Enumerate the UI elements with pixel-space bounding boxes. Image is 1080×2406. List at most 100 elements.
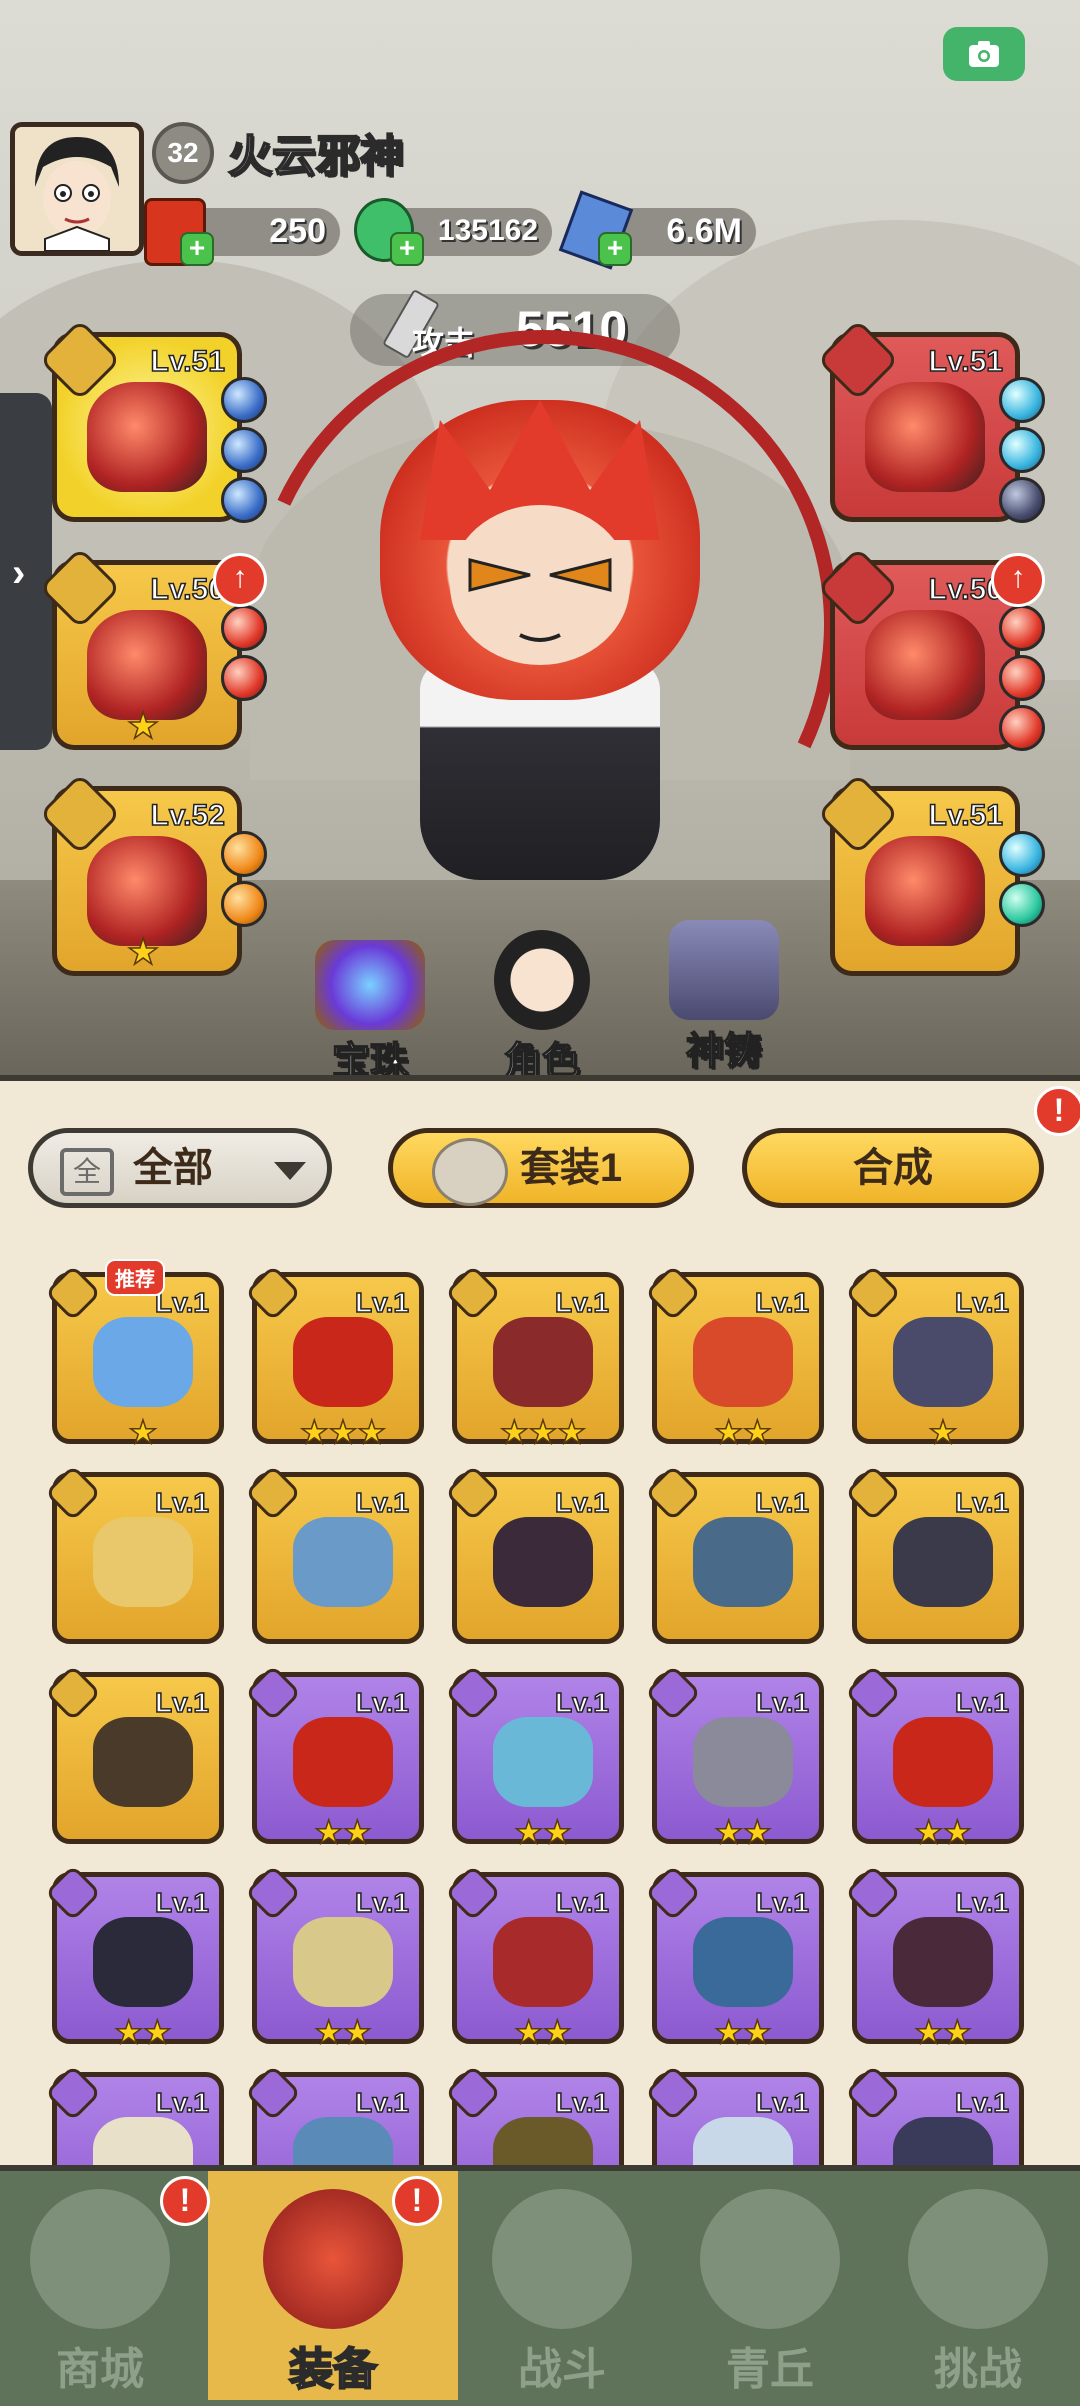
equipment-item-icon	[693, 1717, 793, 1807]
item-stars: ★★★	[457, 1413, 629, 1451]
star-icon: ★	[342, 1813, 372, 1851]
chevron-down-icon	[274, 1162, 306, 1180]
star-icon: ★	[714, 2013, 744, 2051]
helmet-icon	[263, 2189, 403, 2329]
add-red-envelope-button[interactable]: +	[180, 232, 214, 266]
item-stars: ★★	[457, 2013, 629, 2051]
item-level: Lv.1	[154, 1686, 209, 1719]
inventory-item[interactable]: Lv.1 ★★	[644, 1864, 824, 2051]
side-drawer-toggle[interactable]: ›	[0, 393, 52, 750]
divine-forge-icon	[669, 920, 779, 1020]
inventory-item[interactable]: Lv.1 ★★	[444, 1664, 624, 1851]
inventory-item[interactable]: Lv.1 ★ 推荐	[44, 1259, 224, 1451]
filter-all-icon: 全	[60, 1148, 114, 1196]
inventory-item[interactable]: Lv.1 ★★	[244, 1664, 424, 1851]
item-level: Lv.1	[354, 1686, 409, 1719]
equipment-item-icon	[493, 1317, 593, 1407]
inventory-item[interactable]: Lv.1 ★★	[244, 1864, 424, 2051]
equipment-item-icon	[493, 1717, 593, 1807]
character-button[interactable]: 角色	[472, 930, 612, 1085]
screenshot-button[interactable]	[943, 27, 1025, 81]
avatar-portrait-icon	[15, 127, 139, 251]
forge-button[interactable]: 神铸	[654, 920, 794, 1075]
inventory-item[interactable]: Lv.1 ★★	[644, 1264, 824, 1451]
inventory-item[interactable]: Lv.1 ★★	[844, 1664, 1024, 1851]
equipment-item-icon	[293, 1317, 393, 1407]
item-level: Lv.1	[754, 2086, 809, 2119]
star-icon: ★	[299, 1413, 329, 1451]
equipment-item-icon	[293, 1517, 393, 1607]
craft-button[interactable]: 合成	[742, 1128, 1044, 1208]
equip-slot-ring[interactable]: Lv.51	[816, 772, 1045, 976]
socketed-gem-icon	[221, 655, 267, 701]
item-stars: ★★	[857, 2013, 1029, 2051]
equip-slot-necklace[interactable]: Lv.52 ★	[38, 772, 267, 976]
inventory-item[interactable]: Lv.1	[644, 1464, 824, 1644]
inventory-item[interactable]: Lv.1 ★★	[644, 1664, 824, 1851]
player-level-badge: 32	[152, 122, 214, 184]
item-level: Lv.1	[754, 1286, 809, 1319]
camera-icon	[969, 41, 999, 67]
star-icon: ★	[314, 1813, 344, 1851]
socketed-gem-icon	[221, 377, 267, 423]
socketed-gem-icon	[221, 831, 267, 877]
socketed-gem-icon	[221, 427, 267, 473]
socketed-gem-icon	[999, 605, 1045, 651]
equipment-item-icon	[93, 1717, 193, 1807]
socketed-gem-icon	[999, 705, 1045, 751]
nav-battle[interactable]: 战斗	[462, 2171, 662, 2400]
item-level: Lv.1	[754, 1486, 809, 1519]
socketed-gem-icon	[999, 377, 1045, 423]
inventory-item[interactable]: Lv.1 ★★	[844, 1864, 1024, 2051]
star-icon: ★	[328, 1413, 358, 1451]
equipment-item-icon	[693, 1317, 793, 1407]
inventory-item[interactable]: Lv.1	[444, 1464, 624, 1644]
upgrade-arrow-icon: ↑	[991, 553, 1045, 607]
star-icon: ★	[514, 1813, 544, 1851]
craft-alert-icon: !	[1034, 1086, 1080, 1136]
inventory-item[interactable]: Lv.1 ★★★	[244, 1264, 424, 1451]
equipment-item-icon	[93, 1517, 193, 1607]
equipment-item-icon	[93, 1317, 193, 1407]
craft-button-label: 合成	[853, 1146, 933, 1190]
add-crystal-button[interactable]: +	[598, 232, 632, 266]
nav-qingqiu[interactable]: 青丘	[670, 2171, 870, 2400]
player-avatar[interactable]	[10, 122, 144, 256]
inventory-item[interactable]: Lv.1	[844, 1464, 1024, 1644]
star-icon: ★	[514, 2013, 544, 2051]
socketed-gem-icon	[221, 477, 267, 523]
inventory-item[interactable]: Lv.1 ★	[844, 1264, 1024, 1451]
socketed-gem-icon	[999, 881, 1045, 927]
equipment-item-icon	[87, 836, 207, 946]
star-icon: ★	[342, 2013, 372, 2051]
inventory-item[interactable]: Lv.1 ★★	[44, 1864, 224, 2051]
equipment-item-icon	[87, 610, 207, 720]
item-stars: ★★★	[257, 1413, 429, 1451]
gems-button[interactable]: 宝珠	[300, 940, 440, 1085]
nav-challenge[interactable]: 挑战	[878, 2171, 1078, 2400]
equip-slot-weapon[interactable]: Lv.51	[38, 318, 267, 523]
inventory-item[interactable]: Lv.1	[244, 1464, 424, 1644]
star-icon: ★	[542, 1813, 572, 1851]
inventory-item[interactable]: Lv.1	[44, 1664, 224, 1844]
spiral-shell-icon	[908, 2189, 1048, 2329]
socketed-gem-icon	[999, 831, 1045, 877]
inventory-item[interactable]: Lv.1	[44, 1464, 224, 1644]
equip-slot-helmet[interactable]: Lv.50 ★ ↑	[38, 546, 267, 750]
star-icon: ★	[914, 2013, 944, 2051]
inventory-item[interactable]: Lv.1 ★★★	[444, 1264, 624, 1451]
inventory-item[interactable]: Lv.1 ★★	[444, 1864, 624, 2051]
item-level: Lv.1	[954, 2086, 1009, 2119]
equipment-item-icon	[693, 1917, 793, 2007]
star-icon: ★	[714, 1413, 744, 1451]
star-icon: ★	[314, 2013, 344, 2051]
filter-label: 全部	[133, 1146, 213, 1190]
shop-pavilion-icon	[30, 2189, 170, 2329]
equip-slot-boots[interactable]: Lv.50 ↑	[816, 546, 1045, 751]
hero-face-icon	[420, 400, 660, 665]
equip-slot-belt[interactable]: Lv.51	[816, 318, 1045, 523]
slot-level: Lv.51	[928, 798, 1004, 833]
add-jade-dragon-button[interactable]: +	[390, 232, 424, 266]
hero-character[interactable]	[380, 400, 700, 700]
equipment-item-icon	[93, 1917, 193, 2007]
